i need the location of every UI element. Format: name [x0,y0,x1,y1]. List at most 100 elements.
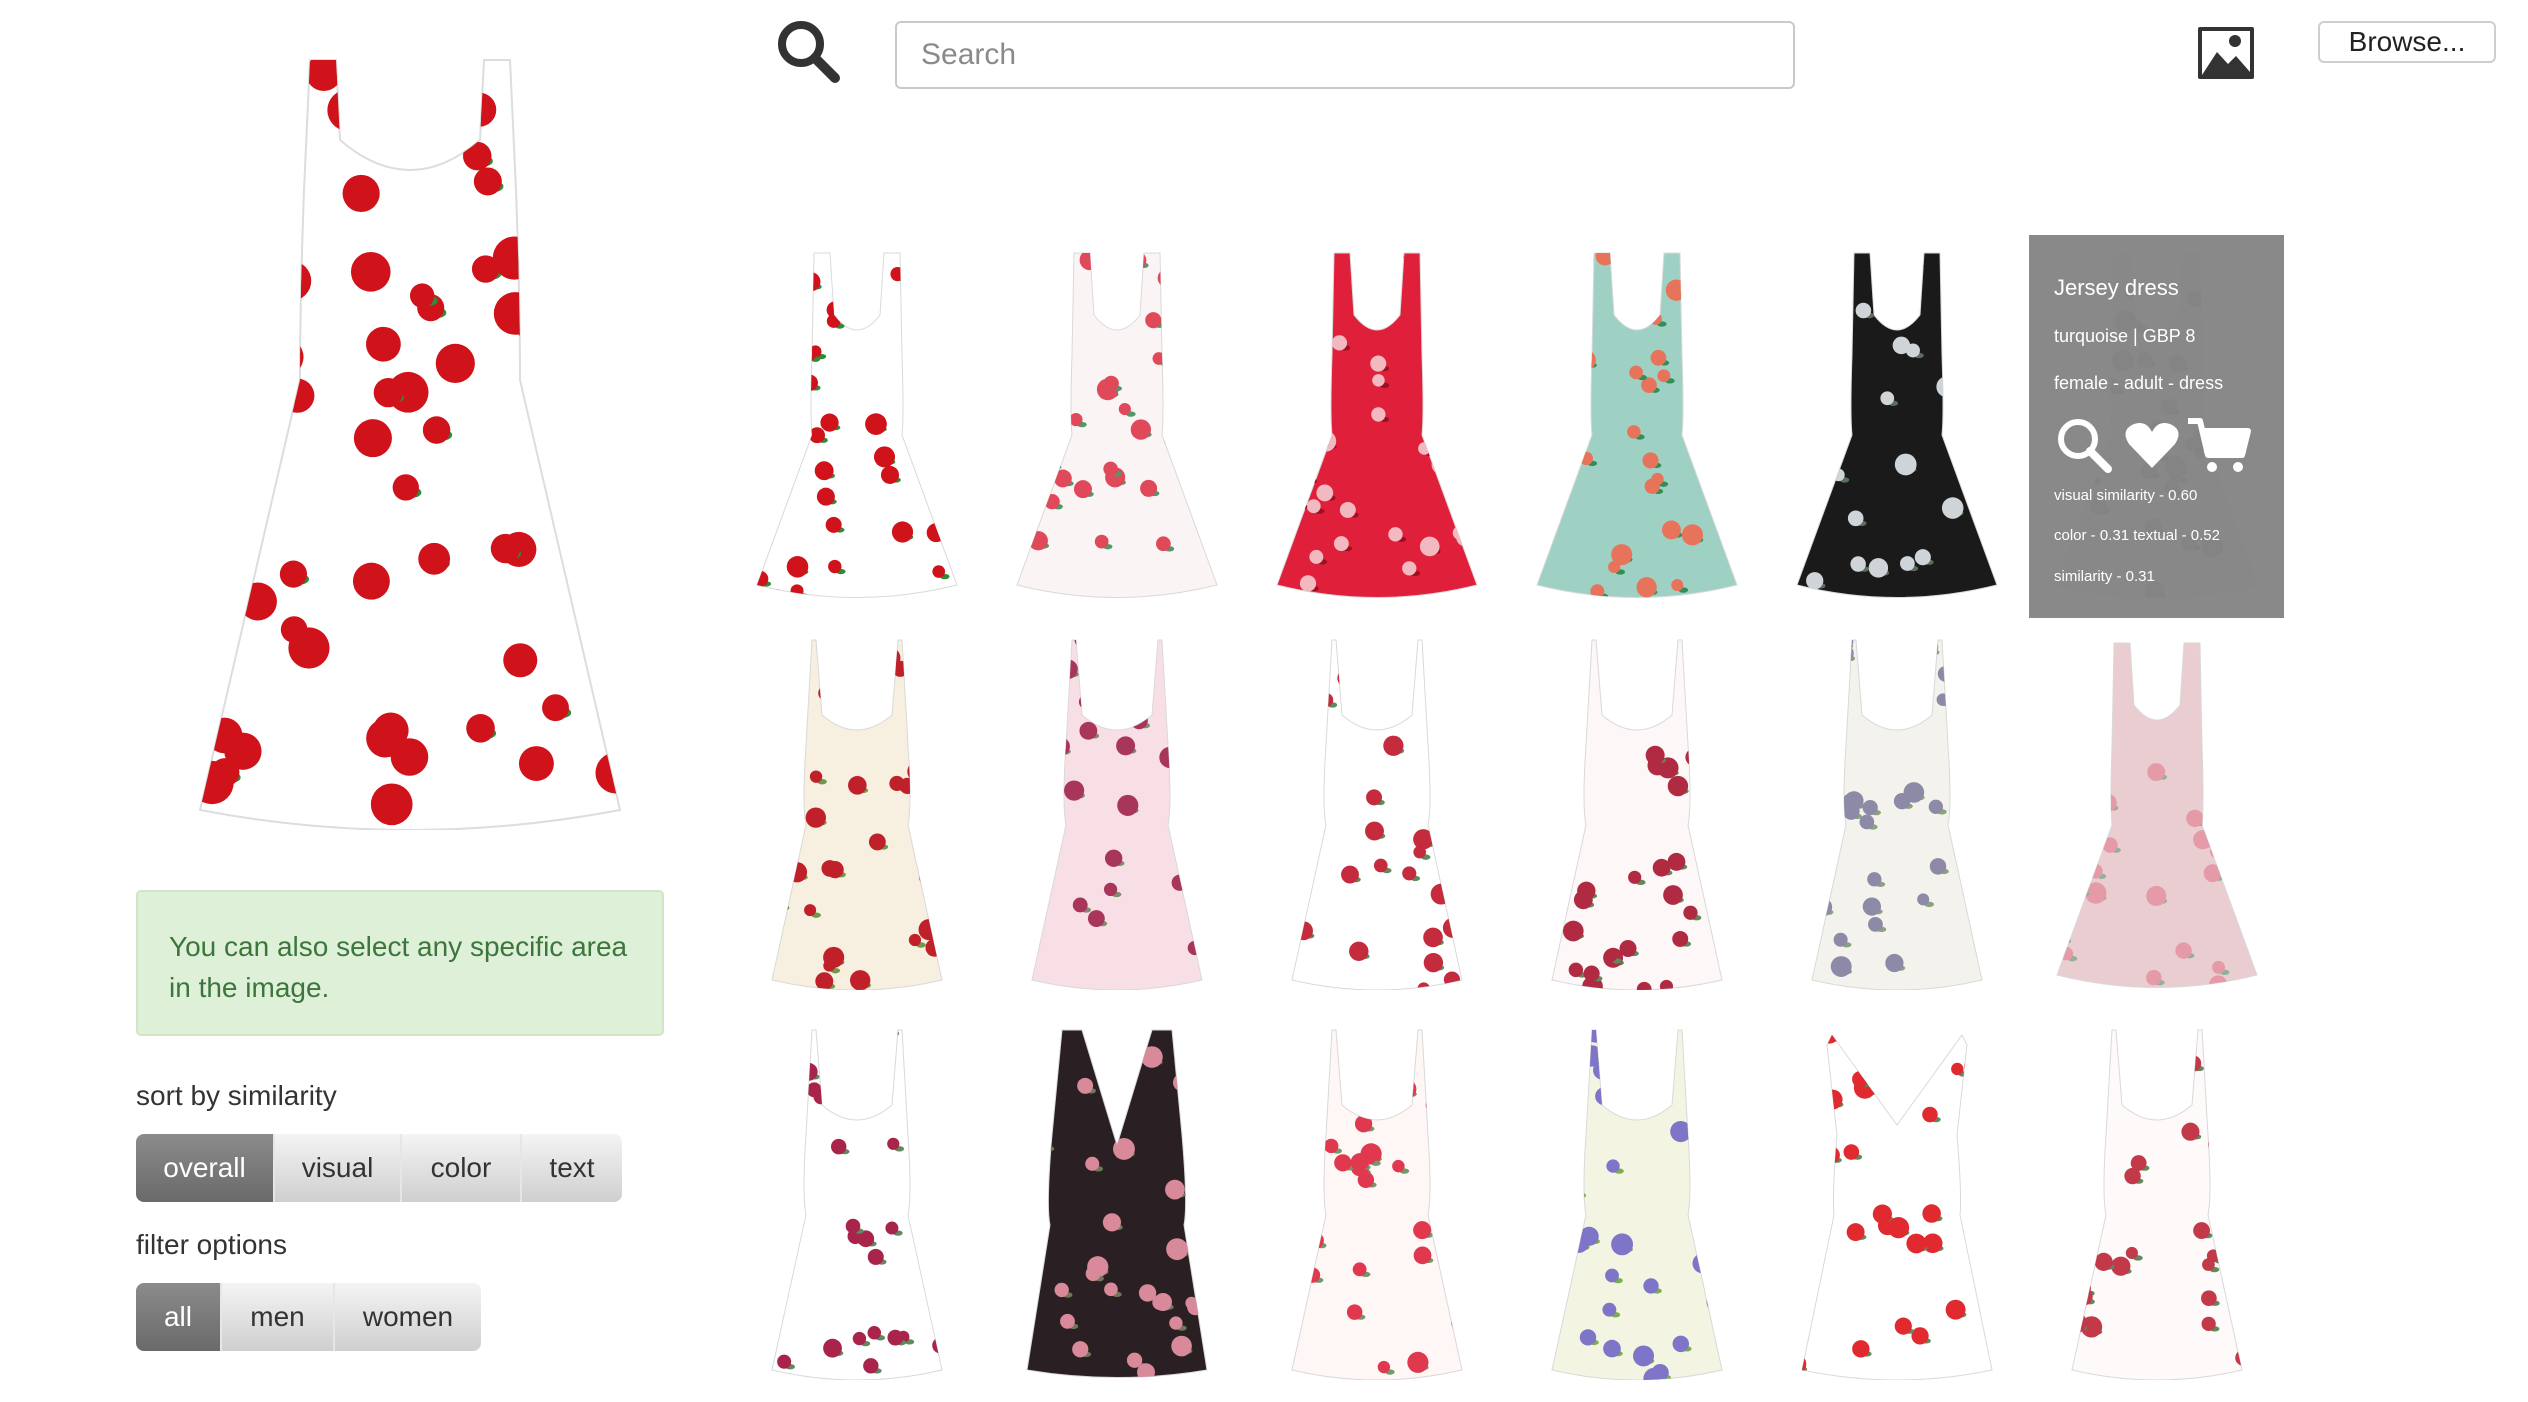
product-card[interactable] [1792,245,2002,600]
product-card[interactable] [752,1025,962,1380]
print-leaf [1580,318,1590,324]
product-image[interactable] [1792,245,2002,600]
product-image[interactable] [1532,635,1742,990]
product-hover-card[interactable]: Jersey dress turquoise | GBP 8 female - … [2029,235,2284,618]
search-input[interactable] [895,21,1795,89]
print-flower [1072,1341,1089,1358]
filter-all-button[interactable]: all [136,1283,222,1351]
product-card[interactable] [1532,245,1742,600]
print-flower [1079,721,1098,740]
product-card[interactable] [1012,635,1222,990]
product-card[interactable] [2052,1025,2262,1380]
print-leaf [1460,535,1471,541]
print-flower [1413,1221,1432,1240]
product-image[interactable] [1532,245,1742,600]
product-image[interactable] [1532,1025,1742,1380]
product-card[interactable] [2052,635,2262,990]
print-flower [1299,761,1315,777]
print-flower [1316,484,1334,502]
query-image[interactable] [190,50,630,830]
dress-shape [1536,252,1738,598]
product-image[interactable] [1272,635,1482,990]
product-image[interactable] [1272,1025,1482,1380]
product-image[interactable] [1792,1025,2002,1380]
print-leaf [1542,427,1552,434]
sort-visual-button[interactable]: visual [275,1134,402,1202]
print-leaf [200,330,209,342]
print-flower [1893,792,1911,810]
print-flower [1665,279,1688,301]
print-flower [1812,711,1813,732]
cart-icon[interactable] [2186,415,2252,475]
print-leaf [1025,332,1036,338]
product-card[interactable] [752,635,962,990]
product-image[interactable] [1272,245,1482,600]
product-image[interactable] [1012,635,1222,990]
product-image[interactable] [752,635,962,990]
print-flower [2057,928,2068,944]
print-leaf [1458,346,1469,353]
print-flower [1012,1262,1024,1283]
print-flower [1337,668,1357,688]
print-flower [825,516,842,533]
product-card[interactable] [1272,245,1482,600]
filter-women-button[interactable]: women [335,1283,481,1351]
product-card[interactable] [1532,635,1742,990]
product-card[interactable] [1792,1025,2002,1380]
product-card[interactable] [1792,635,2002,990]
print-flower [1165,316,1183,335]
product-image[interactable] [1792,635,2002,990]
product-card[interactable] [1272,635,1482,990]
heart-icon[interactable] [2124,420,2180,470]
print-flower [1650,349,1667,366]
print-flower [1027,1190,1037,1212]
product-image[interactable] [2052,635,2262,990]
print-flower [1914,549,1931,566]
product-image[interactable] [1012,245,1222,600]
image-upload-icon[interactable] [2197,26,2255,80]
sort-color-button[interactable]: color [402,1134,522,1202]
search-icon[interactable] [775,18,841,84]
product-card[interactable] [1272,1025,1482,1380]
print-flower [1153,1292,1173,1312]
product-card[interactable] [1012,245,1222,600]
filter-men-button[interactable]: men [222,1283,335,1351]
print-flower [1145,312,1162,329]
print-flower [2068,703,2089,724]
print-leaf [2217,853,2228,860]
print-leaf [1821,1189,1832,1195]
print-flower [1587,1030,1604,1043]
print-flower [1884,1035,1897,1047]
print-flower [1945,1299,1966,1320]
browse-button[interactable]: Browse... [2318,21,2496,63]
print-leaf [1735,1375,1742,1380]
print-flower [1392,1159,1405,1173]
print-flower [786,555,809,578]
dress-shape [1031,639,1203,990]
product-image[interactable] [1012,1025,1222,1380]
print-leaf [941,1347,942,1354]
print-flower [1043,455,1058,469]
print-flower [342,174,380,213]
product-card[interactable] [752,245,962,600]
search-similar-icon[interactable] [2054,415,2114,475]
print-flower [1162,362,1179,379]
product-image[interactable] [2052,1025,2262,1380]
print-flower [1630,665,1651,686]
product-card[interactable] [1532,1025,1742,1380]
print-leaf [1042,688,1052,694]
product-card[interactable] [1012,1025,1222,1380]
product-image[interactable] [752,245,962,600]
product-image[interactable] [752,1025,962,1380]
print-leaf [1719,1089,1722,1095]
product-title[interactable]: Jersey dress [2054,275,2179,301]
print-flower [353,419,392,458]
print-flower [2229,1238,2242,1255]
print-flower [1197,448,1217,469]
sort-overall-button[interactable]: overall [136,1134,275,1202]
print-flower [1032,675,1052,697]
sort-text-button[interactable]: text [522,1134,622,1202]
print-leaf [1314,255,1325,262]
print-flower [376,127,417,168]
print-leaf [1736,322,1737,328]
